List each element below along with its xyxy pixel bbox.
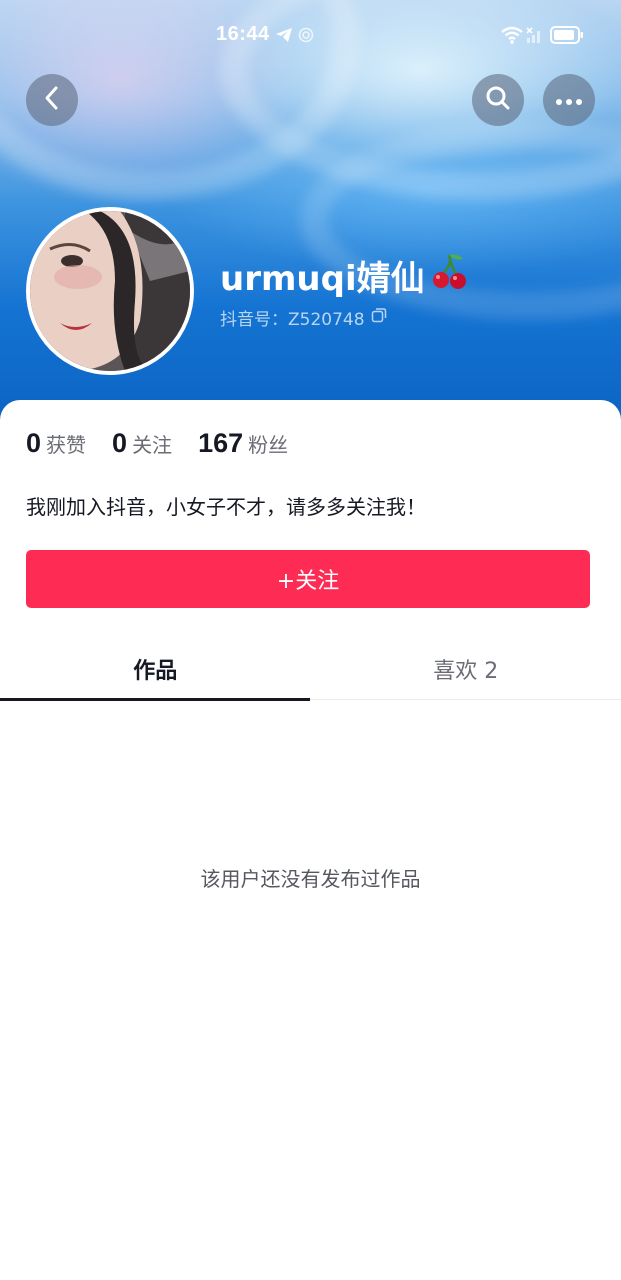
profile-stats: 0 获赞 0 关注 167 粉丝 bbox=[26, 428, 314, 459]
more-horizontal-icon bbox=[555, 91, 583, 110]
stat-following-label: 关注 bbox=[132, 433, 173, 457]
stat-likes-value: 0 bbox=[26, 428, 42, 458]
stat-likes-label: 获赞 bbox=[46, 433, 87, 457]
telegram-icon bbox=[275, 27, 293, 47]
stat-following[interactable]: 0 关注 bbox=[112, 428, 172, 459]
tab-likes[interactable]: 喜欢 2 bbox=[311, 638, 621, 700]
profile-nickname: urmuqi婧仙 bbox=[220, 251, 467, 300]
douyin-id-text: 抖音号：Z520748 bbox=[220, 310, 365, 330]
status-bar: 16:44 bbox=[0, 0, 621, 72]
profile-card: 0 获赞 0 关注 167 粉丝 我刚加入抖音，小女子不才，请多多关注我！ +关… bbox=[0, 400, 621, 1280]
tab-works[interactable]: 作品 bbox=[0, 638, 311, 701]
profile-bio: 我刚加入抖音，小女子不才，请多多关注我！ bbox=[26, 495, 426, 519]
chevron-left-icon bbox=[41, 85, 63, 115]
more-button[interactable] bbox=[543, 74, 595, 126]
search-button[interactable] bbox=[472, 74, 524, 126]
tab-active-indicator bbox=[0, 698, 310, 701]
stat-followers-label: 粉丝 bbox=[248, 433, 289, 457]
douyin-id[interactable]: 抖音号：Z520748 bbox=[220, 305, 387, 330]
stat-likes[interactable]: 0 获赞 bbox=[26, 428, 86, 459]
battery-icon bbox=[550, 26, 584, 48]
avatar-image bbox=[30, 211, 190, 371]
signal-icon bbox=[526, 26, 544, 48]
location-icon bbox=[298, 27, 314, 47]
content-tabs: 作品 喜欢 2 bbox=[0, 638, 621, 701]
stat-followers-value: 167 bbox=[198, 428, 244, 458]
stat-followers[interactable]: 167 粉丝 bbox=[198, 428, 288, 459]
nickname-text: urmuqi婧仙 bbox=[220, 258, 425, 299]
empty-state-text: 该用户还没有发布过作品 bbox=[200, 867, 421, 891]
copy-icon[interactable] bbox=[371, 307, 387, 328]
status-time: 16:44 bbox=[216, 23, 270, 45]
follow-button[interactable]: +关注 bbox=[26, 550, 590, 608]
tab-works-label: 作品 bbox=[133, 659, 178, 684]
cherry-icon bbox=[431, 251, 467, 300]
stat-following-value: 0 bbox=[112, 428, 128, 458]
tab-likes-label: 喜欢 2 bbox=[433, 659, 499, 684]
avatar[interactable] bbox=[26, 207, 194, 375]
wifi-icon bbox=[500, 26, 524, 48]
back-button[interactable] bbox=[26, 74, 78, 126]
search-icon bbox=[485, 85, 511, 115]
